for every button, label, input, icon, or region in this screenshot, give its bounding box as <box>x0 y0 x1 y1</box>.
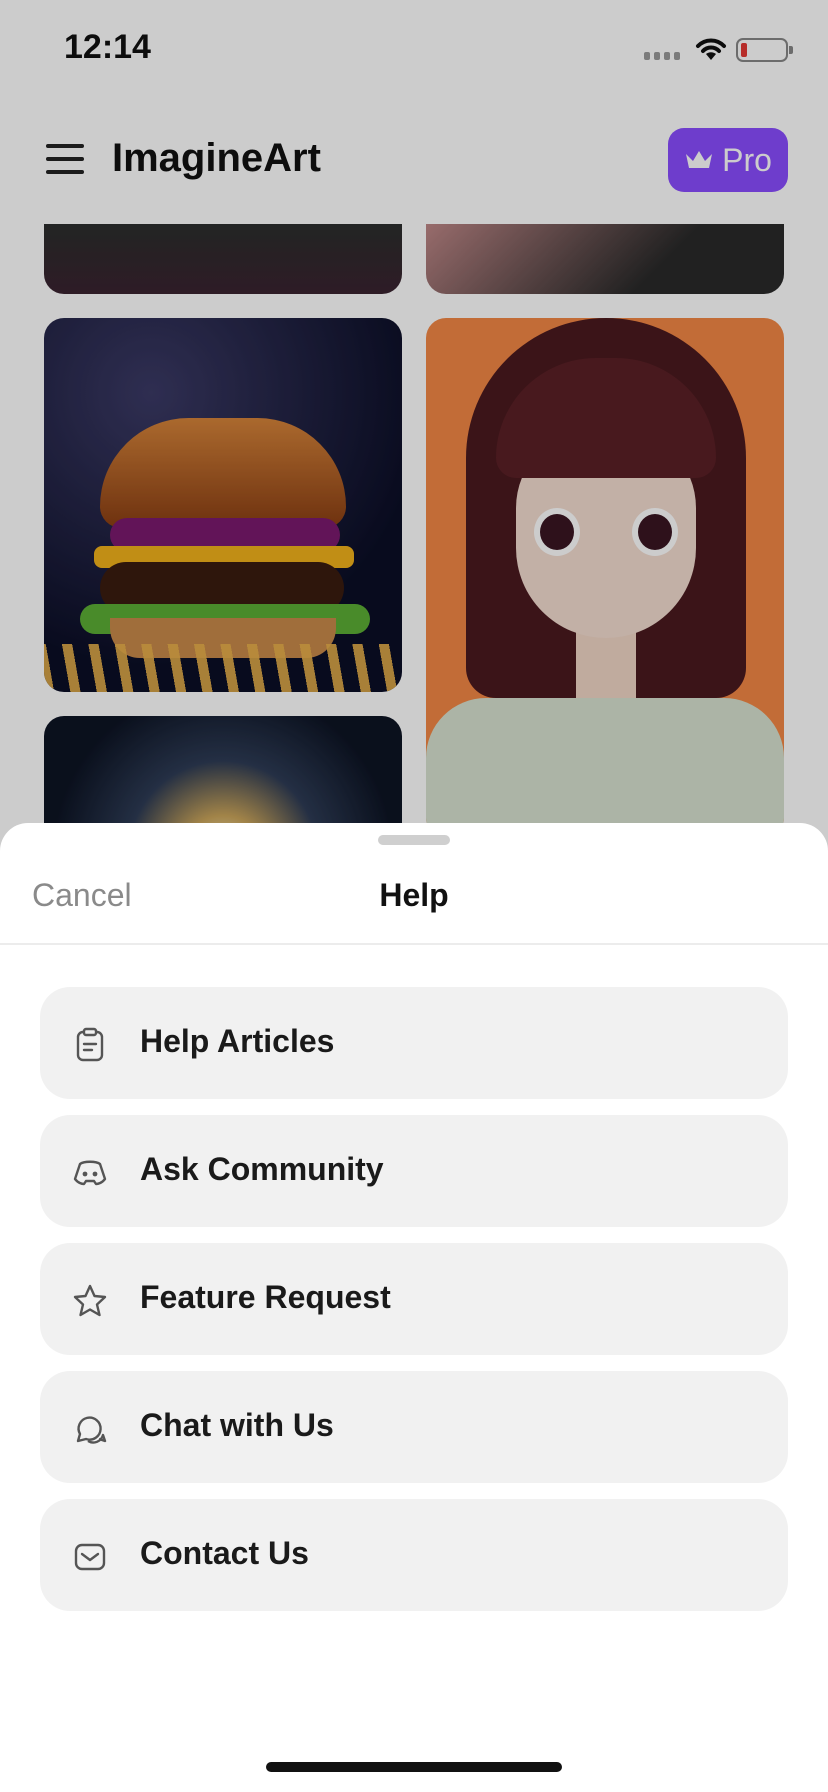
option-label: Contact Us <box>140 1535 309 1571</box>
help-options-list: Help Articles Ask Community Feature Requ… <box>40 987 788 1627</box>
option-label: Help Articles <box>140 1023 335 1059</box>
option-label: Ask Community <box>140 1151 384 1187</box>
discord-icon <box>73 1160 107 1186</box>
sheet-title: Help <box>379 877 449 913</box>
chat-bubbles-icon <box>76 1416 107 1444</box>
clipboard-icon <box>76 1027 104 1062</box>
mail-icon <box>74 1543 106 1571</box>
sheet-header: Cancel Help <box>0 847 828 945</box>
help-articles-option[interactable]: Help Articles <box>40 987 788 1099</box>
star-icon <box>73 1284 107 1317</box>
home-indicator[interactable] <box>266 1762 562 1772</box>
ask-community-option[interactable]: Ask Community <box>40 1115 788 1227</box>
sheet-drag-handle[interactable] <box>378 835 450 845</box>
feature-request-option[interactable]: Feature Request <box>40 1243 788 1355</box>
contact-us-option[interactable]: Contact Us <box>40 1499 788 1611</box>
option-label: Feature Request <box>140 1279 391 1315</box>
help-bottom-sheet: Cancel Help Help Articles Ask Community <box>0 823 828 1792</box>
option-label: Chat with Us <box>140 1407 334 1443</box>
chat-with-us-option[interactable]: Chat with Us <box>40 1371 788 1483</box>
